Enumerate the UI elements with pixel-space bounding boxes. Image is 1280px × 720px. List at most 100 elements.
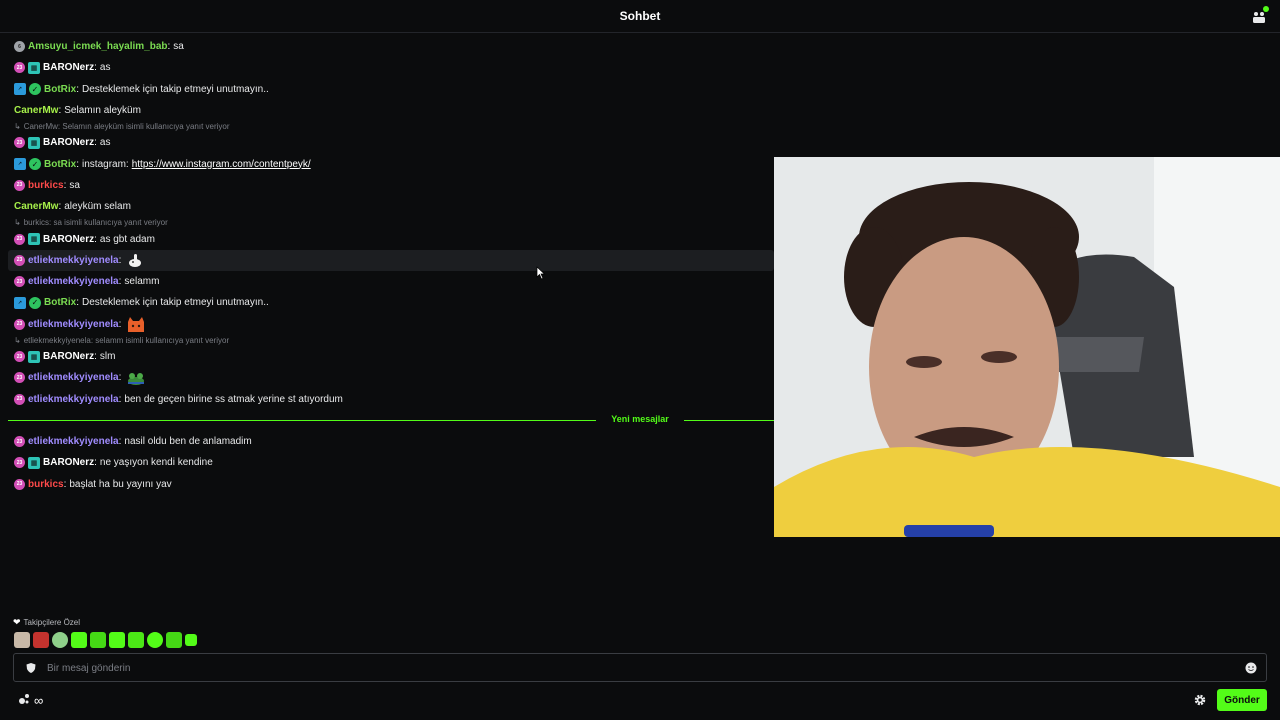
chat-username[interactable]: CanerMw: [14, 105, 58, 116]
chat-message[interactable]: 23 etliekmekkyiyenela: selamm: [8, 271, 774, 292]
chat-link[interactable]: https://www.instagram.com/contentpeyk/: [132, 159, 311, 170]
chat-username[interactable]: burkics: [28, 180, 64, 191]
emote-kick-icon[interactable]: [109, 632, 125, 648]
gift-badge-icon: ▦: [28, 233, 40, 246]
reply-text: CanerMw: Selamın aleyküm isimli kullanıc…: [23, 122, 230, 132]
shield-icon[interactable]: [25, 662, 37, 674]
reply-context[interactable]: ↳ etliekmekkyiyenela: selamm isimli kull…: [8, 335, 774, 346]
emote-kick-icon[interactable]: [71, 632, 87, 648]
follower-emote-row[interactable]: [14, 632, 197, 648]
chat-text: slm: [99, 351, 116, 362]
chat-text: ben de geçen birine ss atmak yerine st a…: [124, 393, 343, 405]
subscriber-badge-icon: 23: [14, 457, 25, 469]
message-input[interactable]: [47, 658, 1227, 678]
chat-message[interactable]: CanerMw: aleyküm selam: [8, 196, 774, 217]
subscriber-badge-icon: 23: [14, 436, 25, 448]
bottom-left-controls[interactable]: ∞: [18, 693, 43, 708]
chat-username[interactable]: CanerMw: [14, 201, 58, 212]
chat-username[interactable]: BARONerz: [43, 137, 94, 148]
subscriber-badge-icon: 23: [14, 393, 25, 405]
chat-message[interactable]: 23 etliekmekkyiyenela: nasil oldu ben de…: [8, 431, 774, 452]
gift-badge-icon: ▦: [28, 350, 40, 363]
chat-username[interactable]: etliekmekkyiyenela: [28, 394, 119, 405]
reply-context[interactable]: ↳ burkics: sa isimli kullanıcıya yanıt v…: [8, 217, 774, 228]
subscriber-badge-icon: 23: [14, 179, 25, 191]
reply-arrow-icon: ↳: [14, 335, 21, 345]
chat-message[interactable]: 23 etliekmekkyiyenela: ben de geçen biri…: [8, 388, 774, 409]
chat-username[interactable]: etliekmekkyiyenela: [28, 372, 119, 383]
chat-message[interactable]: 23 etliekmekkyiyenela:: [8, 314, 774, 335]
chat-username[interactable]: BotRix: [44, 84, 76, 95]
chat-message[interactable]: CanerMw: Selamın aleyküm: [8, 100, 774, 121]
message-input-box[interactable]: [13, 653, 1267, 682]
chat-title: Sohbet: [619, 9, 661, 23]
subscriber-badge-icon: 23: [14, 318, 25, 330]
chat-text: instagram:: [82, 158, 129, 170]
chat-username[interactable]: BARONerz: [43, 62, 94, 73]
chat-text: başlat ha bu yayını yav: [69, 478, 172, 490]
chat-username[interactable]: etliekmekkyiyenela: [28, 436, 119, 447]
reply-text: etliekmekkyiyenela: selamm isimli kullan…: [23, 335, 230, 345]
chat-message[interactable]: ↗ ✓ BotRix: instagram: https://www.insta…: [8, 153, 774, 174]
webcam-overlay: [774, 157, 1280, 537]
chat-message[interactable]: ↗ ✓ BotRix: Desteklemek için takip etmey…: [8, 79, 774, 100]
chat-username[interactable]: BARONerz: [43, 234, 94, 245]
chat-message[interactable]: 23 ▦ BARONerz: slm: [8, 346, 774, 367]
chat-text: selamm: [124, 276, 160, 288]
users-icon[interactable]: [1252, 6, 1269, 24]
chat-username[interactable]: Amsuyu_icmek_hayalim_bab: [28, 41, 168, 52]
chat-text: as: [99, 137, 111, 149]
og-badge-icon: 6: [14, 41, 25, 53]
gift-badge-icon: ▦: [28, 61, 40, 74]
reply-arrow-icon: ↳: [14, 218, 21, 228]
divider-label: Yeni mesajlar: [611, 414, 669, 424]
emote-mask-icon[interactable]: [33, 632, 49, 648]
chat-message[interactable]: 23 etliekmekkyiyenela:: [8, 367, 774, 388]
send-button[interactable]: Gönder: [1217, 689, 1267, 711]
chat-message[interactable]: 23 ▦ BARONerz: as: [8, 57, 774, 78]
chat-username[interactable]: BARONerz: [43, 457, 94, 468]
subscriber-badge-icon: 23: [14, 254, 25, 266]
chat-username[interactable]: BotRix: [44, 159, 76, 170]
emote-kick-icon[interactable]: [185, 634, 197, 646]
chat-username[interactable]: BARONerz: [43, 351, 94, 362]
emoji-picker-icon[interactable]: [1245, 662, 1257, 674]
chat-text: as gbt adam: [99, 233, 155, 245]
reply-context[interactable]: ↳ CanerMw: Selamın aleyküm isimli kullan…: [8, 121, 774, 132]
subscriber-badge-icon: 23: [14, 372, 25, 384]
chat-message[interactable]: 23 ▦ BARONerz: as: [8, 132, 774, 153]
divider-line: [684, 420, 774, 421]
bot-badge-icon: ↗: [14, 158, 26, 171]
subscriber-badge-icon: 23: [14, 478, 25, 490]
chat-text: ne yaşıyon kendi kendine: [99, 457, 213, 469]
bot-badge-icon: ↗: [14, 83, 26, 96]
new-chat-messages[interactable]: 23 etliekmekkyiyenela: nasil oldu ben de…: [8, 431, 774, 495]
emote-kick-icon[interactable]: [128, 632, 144, 648]
chat-message[interactable]: 23 ▦ BARONerz: ne yaşıyon kendi kendine: [8, 452, 774, 473]
emote-alien-icon[interactable]: [52, 632, 68, 648]
chat-text: as: [99, 62, 111, 74]
user-settings-icon[interactable]: [18, 693, 30, 708]
chat-username[interactable]: burkics: [28, 479, 64, 490]
chat-message[interactable]: 23 burkics: sa: [8, 175, 774, 196]
emote-portrait-icon[interactable]: [14, 632, 30, 648]
infinity-icon[interactable]: ∞: [34, 693, 43, 708]
chat-message[interactable]: 23 ▦ BARONerz: as gbt adam: [8, 228, 774, 249]
gift-badge-icon: ▦: [28, 456, 40, 469]
chat-message-hovered[interactable]: 23 etliekmekkyiyenela:: [8, 249, 774, 271]
chat-message[interactable]: ↗ ✓ BotRix: Desteklemek için takip etmey…: [8, 292, 774, 313]
chat-message[interactable]: 23 burkics: başlat ha bu yayını yav: [8, 474, 774, 495]
chat-message[interactable]: 6 Amsuyu_icmek_hayalim_bab: sa: [8, 36, 774, 57]
chat-username[interactable]: BotRix: [44, 297, 76, 308]
chat-username[interactable]: etliekmekkyiyenela: [28, 255, 119, 266]
chat-username[interactable]: etliekmekkyiyenela: [28, 319, 119, 330]
bot-badge-icon: ↗: [14, 296, 26, 309]
chat-text: Desteklemek için takip etmeyi unutmayın.…: [82, 297, 269, 309]
gear-icon[interactable]: [1193, 693, 1207, 707]
emote-kick-icon[interactable]: [147, 632, 163, 648]
subscriber-badge-icon: 23: [14, 351, 25, 362]
emote-kick-icon[interactable]: [90, 632, 106, 648]
thumbsup-emote-icon: [126, 252, 144, 268]
chat-username[interactable]: etliekmekkyiyenela: [28, 276, 119, 287]
emote-kick-icon[interactable]: [166, 632, 182, 648]
